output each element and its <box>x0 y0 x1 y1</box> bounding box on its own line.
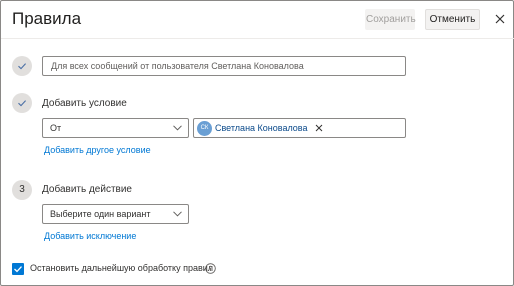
chevron-down-icon <box>173 211 182 217</box>
action-heading: Добавить действие <box>42 184 132 195</box>
condition-field-select[interactable]: От <box>42 118 189 138</box>
close-icon <box>495 14 505 24</box>
avatar: СК <box>197 120 212 136</box>
chip-name: Светлана Коновалова <box>215 123 308 133</box>
add-exception-link[interactable]: Добавить исключение <box>44 231 136 241</box>
chevron-down-icon <box>173 125 182 131</box>
recipient-chip[interactable]: СК Светлана Коновалова <box>197 120 324 136</box>
add-another-condition-link[interactable]: Добавить другое условие <box>44 145 151 155</box>
condition-field-value: От <box>50 123 62 133</box>
close-button[interactable] <box>491 10 509 28</box>
stop-processing-label[interactable]: Остановить дальнейшую обработку правил <box>30 263 213 273</box>
checkmark-icon <box>14 266 22 273</box>
rule-name-input[interactable]: Для всех сообщений от пользователя Светл… <box>42 56 406 76</box>
dialog-title: Правила <box>12 9 82 28</box>
checkmark-icon <box>18 100 27 107</box>
cancel-button[interactable]: Отменить <box>425 9 480 30</box>
remove-icon[interactable] <box>314 123 324 133</box>
condition-heading: Добавить условие <box>42 98 127 109</box>
checkmark-icon <box>18 63 27 70</box>
dialog-header: Правила Сохранить Отменить <box>1 1 514 39</box>
step-number: 3 <box>19 184 25 195</box>
action-select[interactable]: Выберите один вариант <box>42 204 189 224</box>
stop-processing-checkbox[interactable] <box>12 263 24 275</box>
step-1-complete <box>12 56 32 76</box>
info-icon[interactable] <box>205 263 216 274</box>
step-3: 3 <box>12 180 32 200</box>
step-2-complete <box>12 93 32 113</box>
action-select-value: Выберите один вариант <box>50 209 151 219</box>
save-button[interactable]: Сохранить <box>365 9 416 30</box>
rules-dialog: Правила Сохранить Отменить Для всех сооб… <box>0 0 514 286</box>
